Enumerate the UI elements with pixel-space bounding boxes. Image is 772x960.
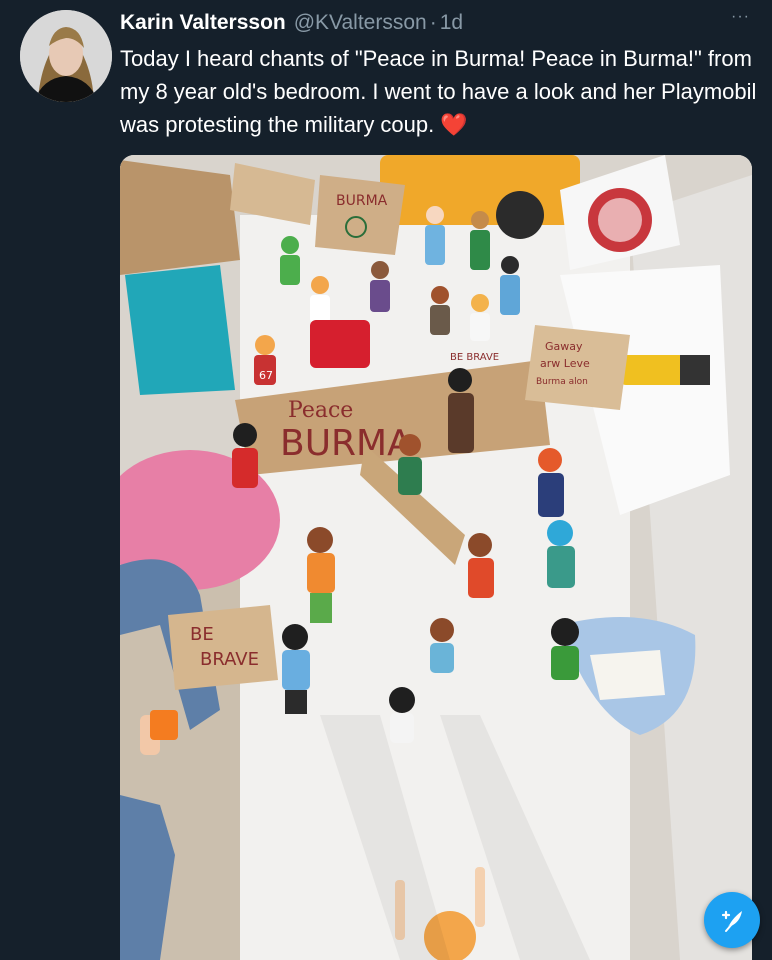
tweet-timestamp[interactable]: 1d — [440, 11, 463, 35]
heart-emoji: ❤️ — [440, 112, 468, 137]
tweet-header: Karin Valtersson @KValtersson · 1d — [120, 10, 752, 36]
playmobil-protest-photo: Peace BURMA BURMA Gaway arw Leve Burma a… — [120, 155, 752, 960]
more-options-icon[interactable]: ··· — [731, 8, 750, 26]
tweet-body: Today I heard chants of "Peace in Burma!… — [120, 46, 757, 137]
side-sign-line2: arw Leve — [540, 357, 590, 370]
sign-burma-text: BURMA — [280, 423, 412, 464]
meta-separator: · — [429, 11, 437, 34]
sign-be-text: BE — [190, 624, 214, 645]
feather-plus-icon — [721, 910, 742, 932]
sign-burma-top-text: BURMA — [336, 193, 388, 209]
author-handle[interactable]: @KValtersson — [294, 11, 427, 35]
sign-be-brave-top: BE BRAVE — [450, 352, 499, 363]
author-display-name[interactable]: Karin Valtersson — [120, 11, 286, 35]
compose-tweet-button[interactable] — [704, 892, 760, 948]
tweet-photo[interactable]: Peace BURMA BURMA Gaway arw Leve Burma a… — [120, 155, 752, 960]
jersey-number: 67 — [259, 369, 273, 382]
avatar[interactable] — [20, 10, 112, 102]
tweet-text: Today I heard chants of "Peace in Burma!… — [120, 42, 760, 141]
side-sign-line3: Burma alon — [536, 377, 588, 387]
sign-peace-text: Peace — [288, 398, 353, 423]
avatar-photo — [20, 10, 112, 102]
tweet: Karin Valtersson @KValtersson · 1d ··· T… — [0, 0, 772, 960]
side-sign-line1: Gaway — [545, 340, 583, 353]
sign-brave-text: BRAVE — [200, 649, 259, 670]
